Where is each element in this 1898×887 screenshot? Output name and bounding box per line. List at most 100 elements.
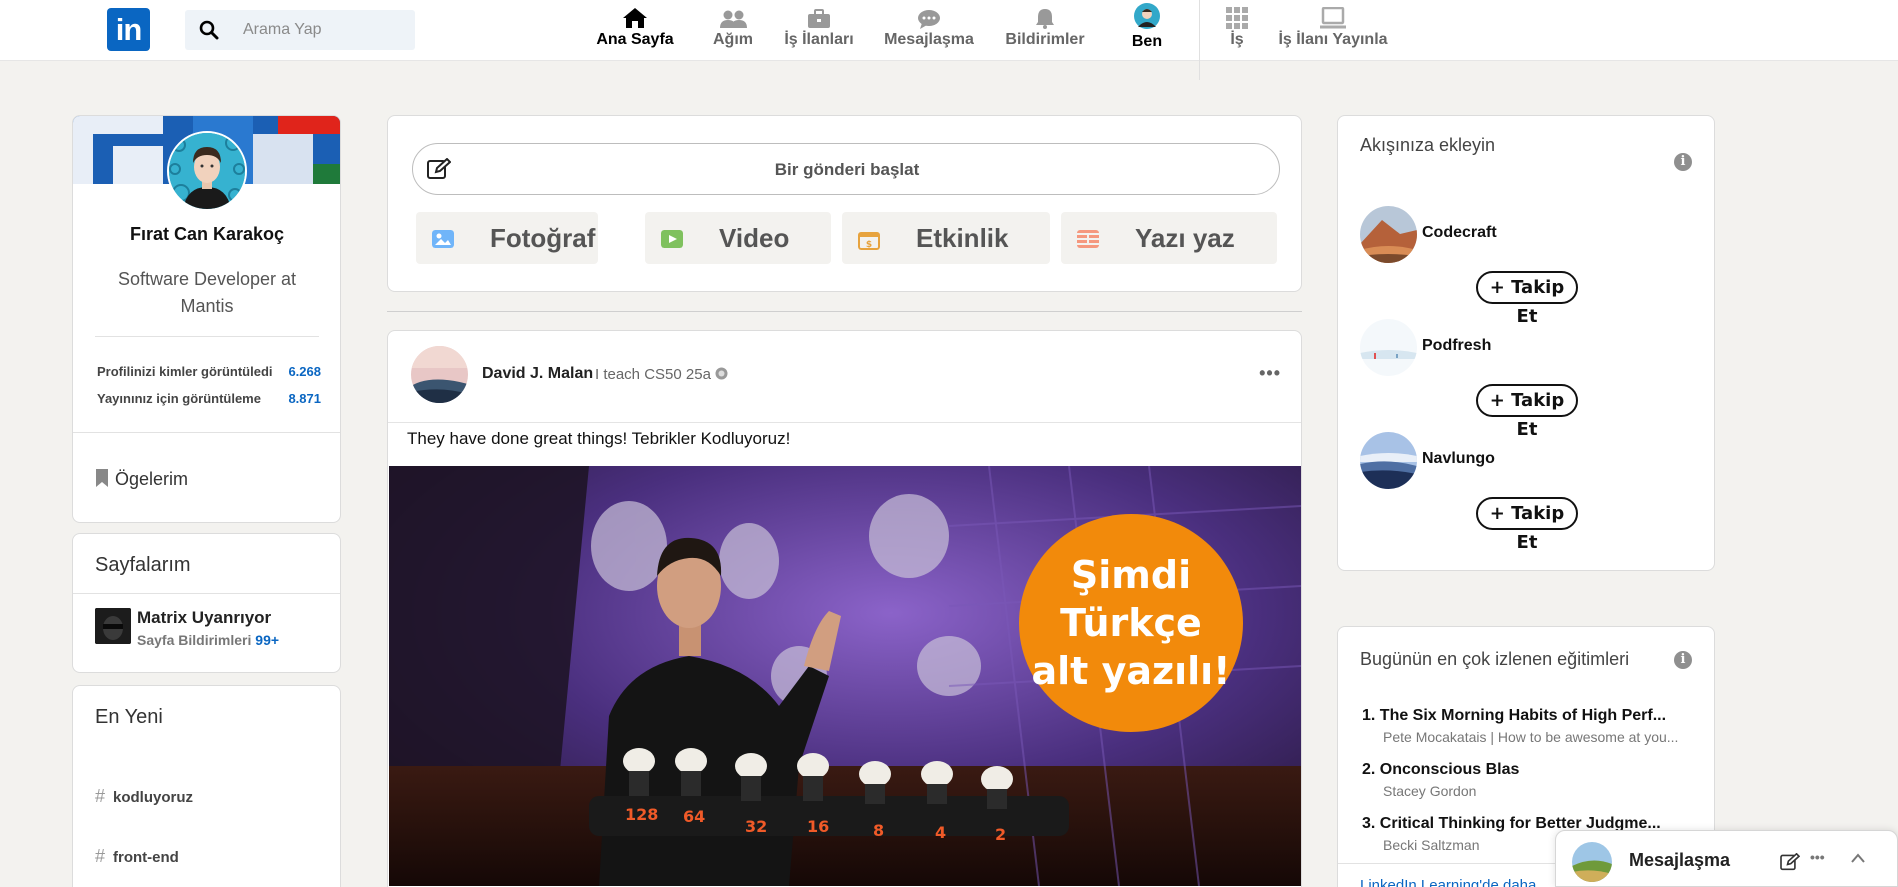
divider <box>95 336 319 337</box>
messaging-avatar <box>1572 842 1612 882</box>
my-pages-title: Sayfalarım <box>95 554 191 576</box>
add-to-feed-card: Akışınıza ekleyin i Codecraft + Takip Et… <box>1337 115 1715 571</box>
company-avatar-podfresh[interactable] <box>1360 319 1417 376</box>
messaging-label: Mesajlaşma <box>1629 850 1731 870</box>
me-avatar <box>1134 3 1160 29</box>
nav-network-label: Ağım <box>713 31 753 48</box>
company-avatar-navlungo[interactable] <box>1360 432 1417 489</box>
nav-me-label: Ben <box>1131 33 1163 50</box>
photo-icon <box>432 230 454 248</box>
bulb-label: 4 <box>935 823 946 842</box>
linkedin-logo-icon[interactable]: in <box>107 8 150 51</box>
my-pages-card: Sayfalarım Matrix Uyanrıyor Sayfa Bildir… <box>72 533 341 673</box>
nav-jobs[interactable]: İş İlanları <box>780 5 858 57</box>
profile-avatar[interactable] <box>167 131 247 211</box>
start-post-button[interactable]: Bir gönderi başlat <box>412 143 1280 195</box>
profile-headline: Software Developer at Mantis <box>117 269 297 316</box>
nav-network[interactable]: Ağım <box>706 5 760 57</box>
linkedin-learning-link[interactable]: LinkedIn Learning'de daha... <box>1360 877 1549 887</box>
briefcase-icon <box>808 9 830 28</box>
company-name[interactable]: Podfresh <box>1422 337 1491 355</box>
course-title: 2. Onconscious Blas <box>1362 761 1520 778</box>
search-icon <box>199 20 219 40</box>
nav-notifications[interactable]: Bildirimler <box>1000 5 1090 57</box>
top-courses-title: Bugünün en çok izlenen eğitimleri <box>1360 649 1630 669</box>
share-article-button[interactable]: Yazı yaz <box>1061 212 1277 264</box>
profile-card: Fırat Can Karakoç Software Developer at … <box>72 115 341 523</box>
stat-value: 6.268 <box>288 364 321 379</box>
share-photo-button[interactable]: Fotoğraf <box>416 212 598 264</box>
company-avatar-codecraft[interactable] <box>1360 206 1417 263</box>
globe-icon <box>715 367 728 380</box>
article-icon <box>1077 230 1099 248</box>
hashtag-icon: # <box>95 786 106 806</box>
post-more-options-icon[interactable]: ••• <box>1259 363 1281 384</box>
hashtag-front-end[interactable]: # front-end <box>95 846 179 867</box>
search-input[interactable] <box>243 10 408 50</box>
share-box: Bir gönderi başlat Fotoğraf Video $ Etki… <box>387 115 1302 292</box>
bulb-label: 16 <box>807 817 829 836</box>
feed-post: David J. Malan I teach CS50 25a ••• They… <box>387 330 1302 887</box>
post-author-name[interactable]: David J. Malan <box>482 365 593 383</box>
network-icon <box>720 10 747 28</box>
post-meta: I teach CS50 25a <box>595 366 728 383</box>
compose-icon[interactable] <box>1780 853 1800 871</box>
bulb-label: 32 <box>745 817 767 836</box>
share-event-label: Etkinlik <box>916 223 1009 253</box>
page-name[interactable]: Matrix Uyanrıyor <box>137 608 271 628</box>
bulb-label: 128 <box>625 805 658 824</box>
add-to-feed-title: Akışınıza ekleyin <box>1360 135 1496 155</box>
share-video-button[interactable]: Video <box>645 212 831 264</box>
share-event-button[interactable]: $ Etkinlik <box>842 212 1050 264</box>
messaging-more-icon[interactable]: ••• <box>1810 849 1825 865</box>
grid-icon <box>1226 7 1248 29</box>
course-item[interactable]: 1. The Six Morning Habits of High Perf..… <box>1362 707 1692 745</box>
bookmark-icon <box>96 469 108 487</box>
share-video-label: Video <box>719 223 790 253</box>
badge-line: Türkçe <box>1060 601 1202 645</box>
page-notifications-label: Sayfa Bildirimleri <box>137 632 252 648</box>
company-name[interactable]: Navlungo <box>1422 450 1495 468</box>
event-icon: $ <box>858 232 880 250</box>
hashtag-kodluyoruz[interactable]: # kodluyoruz <box>95 786 193 807</box>
profile-name[interactable]: Fırat Can Karakoç <box>73 224 340 245</box>
post-author-avatar[interactable] <box>411 346 468 403</box>
share-photo-label: Fotoğraf <box>490 223 596 253</box>
follow-button[interactable]: + Takip Et <box>1476 497 1578 553</box>
stat-value: 8.871 <box>288 391 321 406</box>
chevron-up-icon[interactable] <box>1851 853 1865 863</box>
company-name[interactable]: Codecraft <box>1422 224 1497 242</box>
post-image[interactable]: 128 64 32 16 8 4 2 Şimdi Türkçe alt yazı… <box>389 466 1301 886</box>
profile-photo <box>169 133 245 209</box>
badge-line: alt yazılı! <box>1031 649 1231 693</box>
chat-icon <box>918 10 940 29</box>
nav-notifications-label: Bildirimler <box>1005 31 1085 48</box>
my-items-link[interactable]: Ögelerim <box>95 468 188 490</box>
nav-jobs-label: İş İlanları <box>784 31 854 48</box>
messaging-dock[interactable]: Mesajlaşma ••• <box>1555 830 1898 887</box>
top-navbar: in Ana Sayfa Ağım İş İlanları Mesajlaşma… <box>0 0 1898 80</box>
hashtag-label: kodluyoruz <box>113 789 194 806</box>
nav-home[interactable]: Ana Sayfa <box>592 5 678 57</box>
nav-work[interactable]: İş <box>1225 5 1249 57</box>
course-author: Pete Mocakatais | How to be awesome at y… <box>1383 729 1679 745</box>
svg-text:$: $ <box>866 240 872 250</box>
nav-messaging[interactable]: Mesajlaşma <box>880 5 978 57</box>
course-author: Stacey Gordon <box>1383 783 1477 799</box>
follow-button[interactable]: + Takip Et <box>1476 271 1578 327</box>
page-notifications[interactable]: Sayfa Bildirimleri 99+ <box>137 632 279 648</box>
follow-button[interactable]: + Takip Et <box>1476 384 1578 440</box>
recent-title: En Yeni <box>95 706 163 728</box>
divider <box>73 593 340 594</box>
course-item[interactable]: 2. Onconscious Blas Stacey Gordon <box>1362 761 1692 799</box>
info-icon[interactable]: i <box>1674 651 1692 669</box>
nav-me[interactable]: Ben <box>1127 3 1167 57</box>
post-meta-text: I teach CS50 25a <box>595 366 711 383</box>
stat-label: Profilinizi kimler görüntüledi <box>97 364 273 379</box>
subtitle-badge: Şimdi Türkçe alt yazılı! <box>1019 514 1243 732</box>
nav-post-job[interactable]: İş İlanı Yayınla <box>1275 5 1391 57</box>
search-box[interactable] <box>185 10 415 50</box>
info-icon[interactable]: i <box>1674 153 1692 171</box>
stat-label: Yayınınız için görüntüleme <box>97 391 261 406</box>
page-logo[interactable] <box>95 608 131 644</box>
